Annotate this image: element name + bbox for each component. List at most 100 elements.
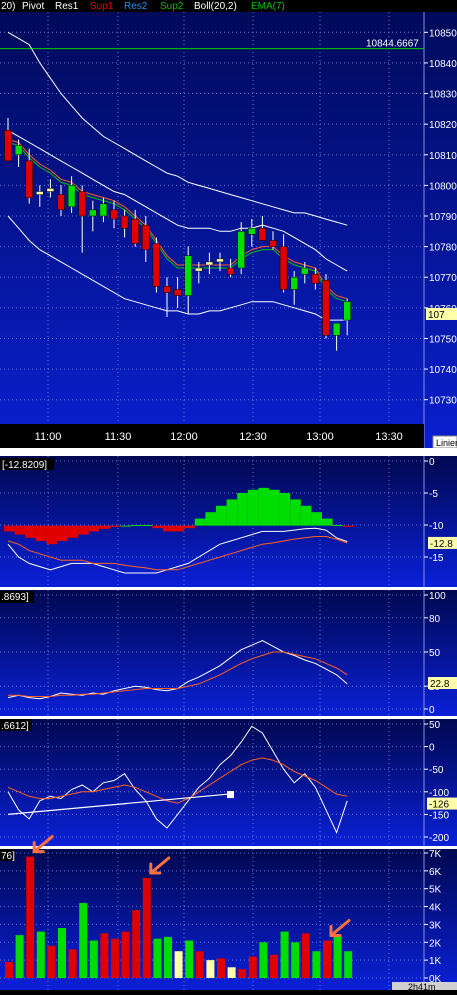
trendline-handle[interactable] xyxy=(227,791,234,799)
candle-body xyxy=(332,322,341,336)
price-tick-3: 10820 xyxy=(429,120,457,131)
candle-body xyxy=(110,209,118,220)
candle-body xyxy=(301,267,309,275)
volume-bar xyxy=(312,951,321,978)
rsi-tick-2: 50 xyxy=(429,648,441,659)
macd-histogram-bar xyxy=(57,525,68,541)
price-tick-7: 10780 xyxy=(429,243,457,254)
macd-histogram-bar xyxy=(46,525,57,545)
volume-bar xyxy=(301,933,310,978)
time-tick-5: 13:30 xyxy=(375,431,403,443)
macd-histogram-bar xyxy=(269,489,280,526)
volume-bar xyxy=(26,856,35,978)
candle-body xyxy=(120,215,129,229)
macd-label: [-12.8209] xyxy=(2,460,47,471)
cci-value-badge: -126 xyxy=(429,800,449,811)
time-tab[interactable]: 2h41m xyxy=(408,982,436,992)
price-time-axis-bg xyxy=(0,424,424,448)
macd-histogram-bar xyxy=(141,525,153,526)
volume-bar xyxy=(111,938,119,978)
panel-separator xyxy=(0,587,457,590)
volume-tick-1: 6K xyxy=(429,867,442,878)
macd-histogram-bar xyxy=(247,489,259,526)
price-tick-0: 10850 xyxy=(429,28,457,39)
macd-panel[interactable]: 0 -5 -10 -15 [-12.8209] -12.8 xyxy=(0,456,457,590)
volume-bar xyxy=(68,949,77,978)
volume-tick-2: 5K xyxy=(429,885,442,896)
cci-tick-3: -100 xyxy=(429,788,449,799)
macd-tick-2: -10 xyxy=(429,521,444,532)
candle-body xyxy=(36,191,44,195)
macd-histogram-bar xyxy=(258,487,269,526)
volume-bar xyxy=(15,935,24,978)
candle-body xyxy=(78,191,86,217)
volume-bar xyxy=(195,951,204,978)
volume-bar xyxy=(291,942,300,978)
candle-body xyxy=(163,286,171,293)
candle-body xyxy=(311,273,320,284)
cci-background xyxy=(0,719,457,847)
price-tick-2: 10830 xyxy=(429,90,457,101)
macd-tick-3: -15 xyxy=(429,553,444,564)
candle-body xyxy=(226,267,235,275)
candle-body xyxy=(279,246,288,290)
volume-tick-6: 1K xyxy=(429,956,442,967)
panel-separator xyxy=(0,716,457,719)
volume-bar xyxy=(280,931,289,978)
macd-tick-0: 0 xyxy=(429,457,435,468)
volume-bar xyxy=(47,945,56,978)
rsi-tick-1: 80 xyxy=(429,614,441,625)
volume-bar xyxy=(164,936,172,978)
cci-tick-5: -200 xyxy=(429,833,449,844)
rsi-tick-4: 0 xyxy=(429,705,435,716)
candle-body xyxy=(152,243,161,287)
volume-bar xyxy=(89,940,98,978)
price-panel[interactable]: 10850 10840 10830 10820 10810 10800 10790 10780… xyxy=(0,12,457,456)
legend-item-5: Sup2 xyxy=(160,1,184,12)
macd-histogram-bar xyxy=(332,525,344,526)
macd-histogram-bar xyxy=(35,525,47,541)
volume-bar xyxy=(153,938,162,978)
price-tick-5: 10800 xyxy=(429,181,457,192)
candle-body xyxy=(14,145,23,156)
panel-separator xyxy=(0,448,457,456)
volume-bar xyxy=(132,910,141,978)
rsi-background xyxy=(0,590,457,717)
macd-tick-1: -5 xyxy=(429,489,438,500)
macd-histogram-bar xyxy=(88,525,100,532)
price-tick-12: 10730 xyxy=(429,396,457,407)
volume-bar xyxy=(333,935,342,978)
cci-label: .6612] xyxy=(1,721,29,732)
scale-button[interactable]: Linier xyxy=(436,438,457,448)
macd-histogram-bar xyxy=(25,525,36,538)
candle-body xyxy=(25,160,33,198)
candle-body xyxy=(173,289,182,296)
cci-tick-1: 0 xyxy=(429,743,435,754)
volume-bar xyxy=(238,969,247,978)
macd-histogram-bar xyxy=(237,493,248,526)
candle-body xyxy=(46,188,55,192)
volume-bar xyxy=(259,942,268,978)
macd-histogram-bar xyxy=(120,525,132,527)
candle-body xyxy=(89,209,97,217)
chart-canvas[interactable]: 20) Pivot Res1 Sup1 Res2 Sup2 Boll(20,2) EMA(7)… xyxy=(0,0,457,992)
candle-body xyxy=(322,280,330,336)
volume-panel[interactable]: 7K6K5K4K3K2K1K0K76]2h41m xyxy=(0,835,457,992)
macd-histogram-bar xyxy=(110,525,121,527)
price-tick-11: 10740 xyxy=(429,365,457,376)
candle-body xyxy=(184,255,192,296)
volume-tick-4: 3K xyxy=(429,920,442,931)
candle-body xyxy=(142,224,150,250)
cci-panel[interactable]: 50 0 -50 -100 -150 -200 .6612] -126 xyxy=(0,719,457,849)
rsi-label: .8693] xyxy=(1,592,29,603)
macd-histogram-bar xyxy=(311,512,322,526)
rsi-panel[interactable]: 1008050200.8693]22.8 xyxy=(0,590,457,719)
macd-histogram-bar xyxy=(99,525,110,529)
trading-chart-window: 20) Pivot Res1 Sup1 Res2 Sup2 Boll(20,2) EMA(7)… xyxy=(0,0,457,992)
price-tick-4: 10810 xyxy=(429,151,457,162)
macd-histogram-bar xyxy=(194,518,206,526)
cci-tick-4: -150 xyxy=(429,810,449,821)
candle-body xyxy=(4,130,12,162)
time-tick-3: 12:30 xyxy=(239,431,267,443)
legend-item-7: EMA(7) xyxy=(251,1,285,12)
